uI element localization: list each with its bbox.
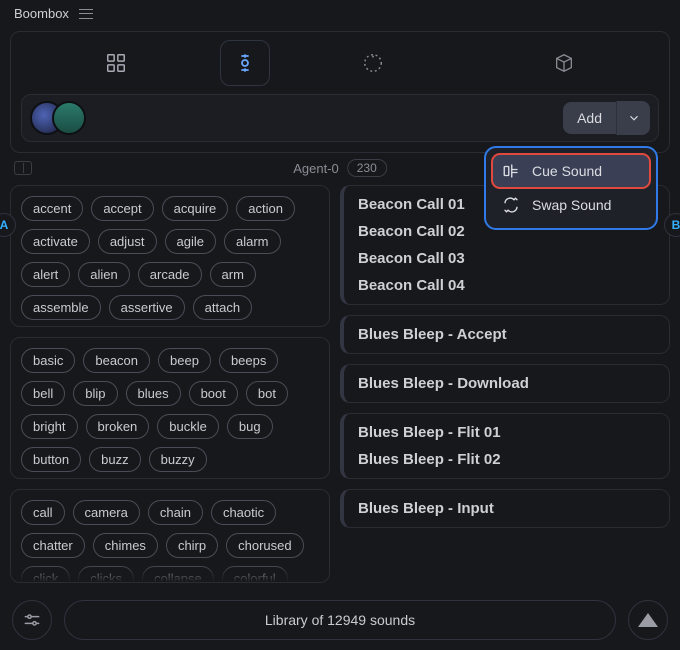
tag[interactable]: buzzy xyxy=(149,447,207,472)
tag[interactable]: chirp xyxy=(166,533,218,558)
triangle-up-icon xyxy=(638,613,658,627)
tag[interactable]: alert xyxy=(21,262,70,287)
scroll-top-button[interactable] xyxy=(628,600,668,640)
tag[interactable]: bright xyxy=(21,414,78,439)
tag[interactable]: bell xyxy=(21,381,65,406)
tag[interactable]: bug xyxy=(227,414,273,439)
sound-item[interactable]: Beacon Call 04 xyxy=(358,277,655,294)
tab-timer[interactable] xyxy=(278,40,469,86)
tag[interactable]: activate xyxy=(21,229,90,254)
tag[interactable]: acquire xyxy=(162,196,229,221)
tag[interactable]: boot xyxy=(189,381,238,406)
cue-icon xyxy=(502,162,520,180)
sound-item[interactable]: Blues Bleep - Accept xyxy=(358,326,655,343)
tab-row xyxy=(21,40,659,86)
tag[interactable]: buzz xyxy=(89,447,140,472)
sound-group: Blues Bleep - Download xyxy=(340,364,670,403)
tag-column: accentacceptacquireactionactivateadjusta… xyxy=(10,185,330,583)
context-menu-swap-sound[interactable]: Swap Sound xyxy=(492,188,650,222)
tag[interactable]: adjust xyxy=(98,229,157,254)
tag[interactable]: action xyxy=(236,196,295,221)
footer: Library of 12949 sounds xyxy=(0,590,680,650)
tag[interactable]: collapse xyxy=(142,566,214,583)
agent-count: 230 xyxy=(347,159,387,177)
title-bar: Boombox xyxy=(0,0,680,27)
tag[interactable]: buckle xyxy=(157,414,219,439)
sound-item[interactable]: Blues Bleep - Flit 02 xyxy=(358,451,655,468)
tag[interactable]: camera xyxy=(73,500,140,525)
library-text: Library of 12949 sounds xyxy=(265,612,415,628)
swap-icon xyxy=(502,196,520,214)
tag[interactable]: bot xyxy=(246,381,288,406)
tag[interactable]: accent xyxy=(21,196,83,221)
settings-sliders-button[interactable] xyxy=(12,600,52,640)
main-content: accentacceptacquireactionactivateadjusta… xyxy=(0,185,680,583)
agent-selector[interactable]: Agent-0 230 xyxy=(293,159,387,177)
sound-group: Blues Bleep - Accept xyxy=(340,315,670,354)
tag[interactable]: alarm xyxy=(224,229,281,254)
tag[interactable]: agile xyxy=(165,229,216,254)
tag[interactable]: attach xyxy=(193,295,252,320)
add-button[interactable]: Add xyxy=(563,102,616,134)
tag[interactable]: click xyxy=(21,566,70,583)
sound-column: Beacon Call 01Beacon Call 02Beacon Call … xyxy=(340,185,670,583)
split-view-icon[interactable] xyxy=(14,161,32,175)
tag[interactable]: call xyxy=(21,500,65,525)
sound-item[interactable]: Blues Bleep - Flit 01 xyxy=(358,424,655,441)
avatar[interactable] xyxy=(52,101,86,135)
library-bar[interactable]: Library of 12949 sounds xyxy=(64,600,616,640)
tag[interactable]: basic xyxy=(21,348,75,373)
tab-package[interactable] xyxy=(468,40,659,86)
tag[interactable]: alien xyxy=(78,262,129,287)
tag-group: call camera chain chaotic chatter chimes chirp… xyxy=(10,489,330,583)
tag[interactable]: clicks xyxy=(78,566,134,583)
context-menu-item-label: Swap Sound xyxy=(532,197,611,213)
tag-group: accentacceptacquireactionactivateadjusta… xyxy=(10,185,330,327)
sound-group: Blues Bleep - Flit 01 Blues Bleep - Flit … xyxy=(340,413,670,479)
app-title: Boombox xyxy=(14,6,69,21)
tag[interactable]: button xyxy=(21,447,81,472)
tag[interactable]: assemble xyxy=(21,295,101,320)
sound-item[interactable]: Beacon Call 03 xyxy=(358,250,655,267)
agent-name: Agent-0 xyxy=(293,161,339,176)
avatar-stack xyxy=(30,101,74,135)
context-menu-cue-sound[interactable]: Cue Sound xyxy=(492,154,650,188)
tab-grid[interactable] xyxy=(21,40,212,86)
tag[interactable]: blip xyxy=(73,381,117,406)
agent-strip: Add xyxy=(21,94,659,142)
tag[interactable]: arm xyxy=(210,262,256,287)
tag[interactable]: chaotic xyxy=(211,500,276,525)
toolbar-card: Add xyxy=(10,31,670,153)
tag[interactable]: assertive xyxy=(109,295,185,320)
tag[interactable]: colorful xyxy=(222,566,288,583)
tab-focus[interactable] xyxy=(220,40,270,86)
context-menu-item-label: Cue Sound xyxy=(532,163,602,179)
tag[interactable]: blues xyxy=(126,381,181,406)
tag[interactable]: beacon xyxy=(83,348,150,373)
tag[interactable]: chatter xyxy=(21,533,85,558)
context-menu: Cue Sound Swap Sound xyxy=(484,146,658,230)
tag[interactable]: beep xyxy=(158,348,211,373)
tag-group: basic beacon beep beeps bell blip blues bootbot… xyxy=(10,337,330,479)
tag[interactable]: arcade xyxy=(138,262,202,287)
tag[interactable]: chimes xyxy=(93,533,158,558)
sound-group: Blues Bleep - Input xyxy=(340,489,670,528)
tag[interactable]: accept xyxy=(91,196,153,221)
sound-item[interactable]: Blues Bleep - Input xyxy=(358,500,655,517)
tag[interactable]: beeps xyxy=(219,348,278,373)
tag[interactable]: chorused xyxy=(226,533,303,558)
add-dropdown-toggle[interactable] xyxy=(616,101,650,135)
tag[interactable]: chain xyxy=(148,500,203,525)
sound-item[interactable]: Blues Bleep - Download xyxy=(358,375,655,392)
menu-icon[interactable] xyxy=(79,9,93,19)
add-button-group: Add xyxy=(563,101,650,135)
tag[interactable]: broken xyxy=(86,414,150,439)
